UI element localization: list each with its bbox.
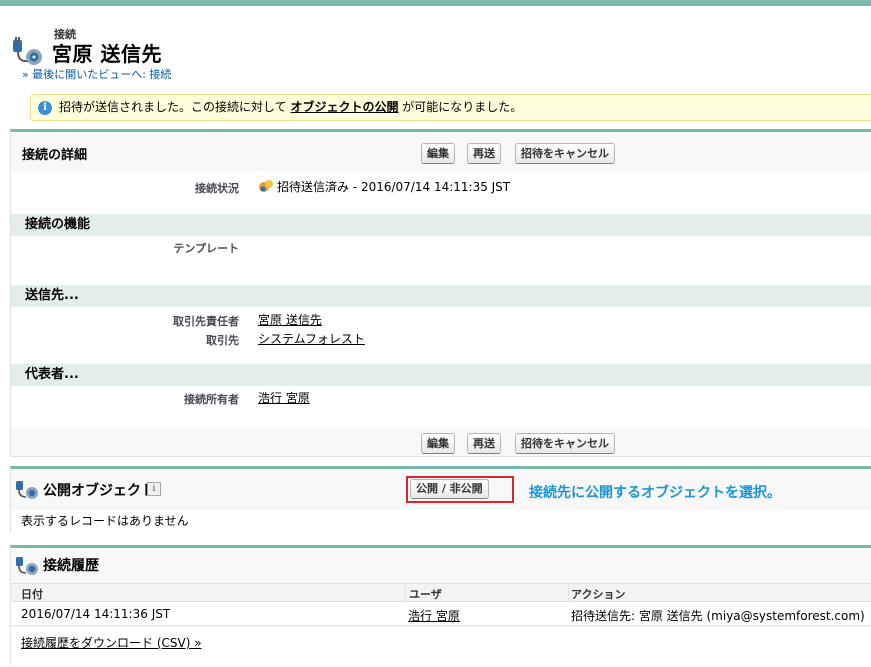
section-features: 接続の機能 xyxy=(11,214,871,236)
detail-block: 接続の詳細 編集 再送 招待をキャンセル 接続状況 招待送信済み - 2016/… xyxy=(10,129,871,457)
template-label: テンプレート xyxy=(173,242,239,255)
section-representative: 代表者... xyxy=(11,364,871,386)
account-value[interactable]: システムフォレスト xyxy=(258,330,365,347)
publish-object-link[interactable]: オブジェクトの公開 xyxy=(290,100,398,114)
resend-button-top[interactable]: 再送 xyxy=(467,143,501,164)
published-objects-title: 公開オブジェクト xyxy=(43,483,155,499)
cancel-invite-button-top[interactable]: 招待をキャンセル xyxy=(515,143,615,164)
status-label: 接続状況 xyxy=(195,182,239,195)
back-link[interactable]: » 最後に開いたビューへ: 接続 xyxy=(22,66,171,82)
contact-label: 取引先責任者 xyxy=(173,315,239,328)
contact-link[interactable]: 宮原 送信先 xyxy=(258,313,322,327)
column-divider xyxy=(568,584,569,602)
callout-annotation: 接続先に公開するオブジェクトを選択。 xyxy=(529,485,781,501)
publish-unpublish-button[interactable]: 公開 / 非公開 xyxy=(410,479,489,499)
back-to-list-link[interactable]: 最後に開いたビューへ: 接続 xyxy=(32,68,171,81)
table-row: 2016/07/14 14:11:36 JST 浩行 宮原 招待送信先: 宮原 … xyxy=(11,602,871,626)
edit-button-top[interactable]: 編集 xyxy=(421,143,455,164)
info-message: i 招待が送信されました。この接続に対して オブジェクトの公開 が可能になりまし… xyxy=(30,94,871,121)
resend-button-bottom[interactable]: 再送 xyxy=(467,433,501,454)
published-objects-list: 公開オブジェクト i 公開 / 非公開 接続先に公開するオブジェクトを選択。 表… xyxy=(10,466,871,532)
owner-value[interactable]: 浩行 宮原 xyxy=(258,389,310,406)
column-date: 日付 xyxy=(21,588,43,601)
column-action: アクション xyxy=(571,588,626,601)
top-accent-bar xyxy=(0,0,871,6)
contact-value[interactable]: 宮原 送信先 xyxy=(258,311,322,328)
cancel-invite-button-bottom[interactable]: 招待をキャンセル xyxy=(515,433,615,454)
connection-plug-icon xyxy=(16,481,38,499)
account-label: 取引先 xyxy=(206,334,239,347)
column-divider xyxy=(405,584,406,602)
connection-plug-icon xyxy=(16,557,38,575)
help-icon[interactable]: i xyxy=(147,482,161,496)
invite-sent-icon xyxy=(259,180,273,192)
edit-button-bottom[interactable]: 編集 xyxy=(421,433,455,454)
history-title: 接続履歴 xyxy=(43,558,99,574)
history-date: 2016/07/14 14:11:36 JST xyxy=(21,607,171,621)
history-user-link[interactable]: 浩行 宮原 xyxy=(408,609,460,623)
history-user[interactable]: 浩行 宮原 xyxy=(408,607,460,624)
history-table-header: 日付 ユーザ アクション xyxy=(11,583,871,602)
page-title: 宮原 送信先 xyxy=(52,42,162,66)
connection-plug-icon xyxy=(13,37,42,65)
owner-link[interactable]: 浩行 宮原 xyxy=(258,391,310,405)
empty-message: 表示するレコードはありません xyxy=(11,510,871,532)
connection-history-list: 接続履歴 日付 ユーザ アクション 2016/07/14 14:11:36 JS… xyxy=(10,545,871,667)
column-user: ユーザ xyxy=(409,588,442,601)
section-destination: 送信先... xyxy=(11,285,871,307)
owner-label: 接続所有者 xyxy=(184,393,239,406)
download-csv-link[interactable]: 接続履歴をダウンロード (CSV) » xyxy=(21,634,202,651)
status-value: 招待送信済み - 2016/07/14 14:11:35 JST xyxy=(258,178,510,195)
history-footer: 接続履歴をダウンロード (CSV) » xyxy=(11,627,871,667)
account-link[interactable]: システムフォレスト xyxy=(258,332,365,346)
detail-title: 接続の詳細 xyxy=(22,148,88,163)
info-icon: i xyxy=(38,101,52,115)
history-action: 招待送信先: 宮原 送信先 (miya@systemforest.com) xyxy=(571,609,865,623)
